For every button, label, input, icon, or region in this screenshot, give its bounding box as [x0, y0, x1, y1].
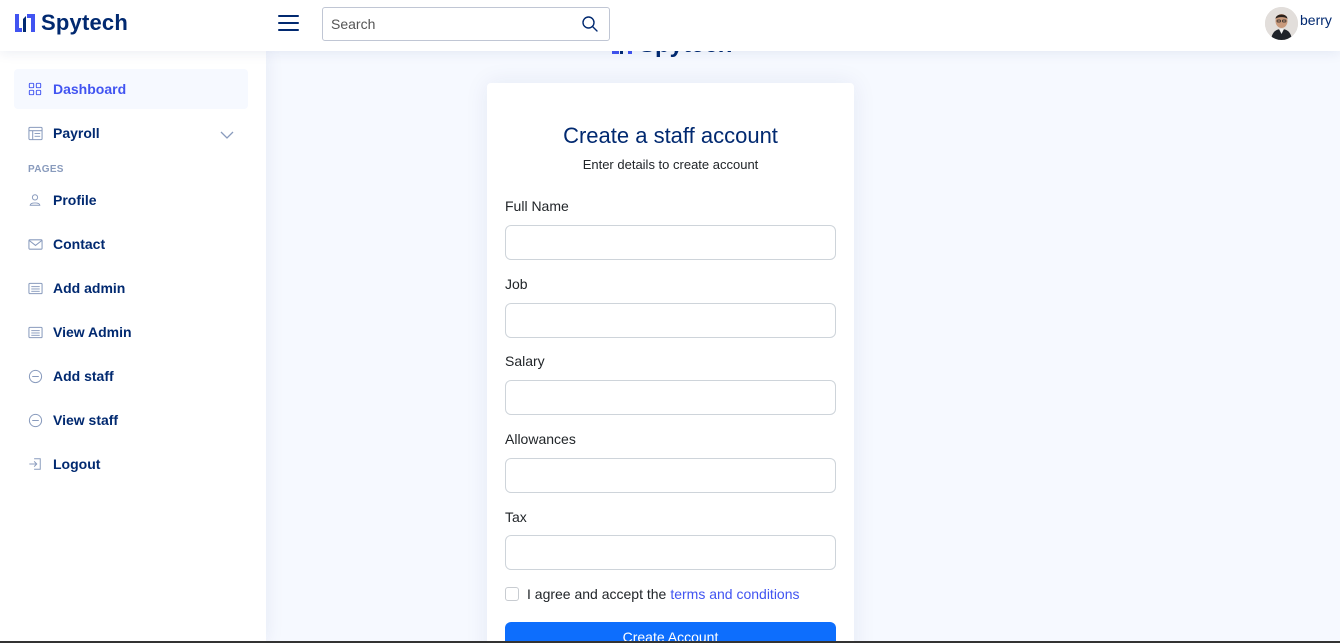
- sidebar-item-label: Profile: [53, 192, 97, 208]
- dash-circle-icon: [27, 368, 43, 384]
- envelope-icon: [27, 236, 43, 252]
- allowances-field[interactable]: [505, 458, 836, 493]
- grid-icon: [27, 81, 43, 97]
- card-title: Create a staff account: [563, 123, 778, 148]
- sidebar-item-dashboard[interactable]: Dashboard: [14, 69, 248, 109]
- terms-agreement: I agree and accept the terms and conditi…: [505, 586, 800, 602]
- card-subtitle: Enter details to create account: [582, 157, 759, 172]
- sidebar-item-label: Add admin: [53, 280, 126, 296]
- sidebar-item-view-admin[interactable]: View Admin: [14, 312, 248, 352]
- chevron-down-icon[interactable]: [220, 127, 234, 145]
- sidebar-item-payroll[interactable]: Payroll: [14, 113, 248, 153]
- salary-field[interactable]: [505, 380, 836, 415]
- sidebar-item-label: Dashboard: [53, 81, 127, 97]
- sidebar-item-add-admin[interactable]: Add admin: [14, 268, 248, 308]
- username[interactable]: berry: [1300, 12, 1332, 28]
- card-list-icon: [27, 280, 43, 296]
- box-arrow-in-right-icon: [27, 456, 43, 472]
- logo-icon: [15, 14, 35, 32]
- create-staff-card: Create a staff account Enter details to …: [487, 83, 854, 643]
- search-bar: [322, 7, 610, 41]
- layout-icon: [27, 125, 43, 141]
- job-field[interactable]: [505, 303, 836, 338]
- sidebar-item-label: Payroll: [53, 125, 100, 141]
- sidebar-item-contact[interactable]: Contact: [14, 224, 248, 264]
- sidebar-item-add-staff[interactable]: Add staff: [14, 356, 248, 396]
- tax-field[interactable]: [505, 535, 836, 570]
- search-input[interactable]: [323, 8, 563, 40]
- profile-menu[interactable]: berry: [1265, 7, 1332, 40]
- salary-label: Salary: [505, 353, 545, 369]
- brand-logo[interactable]: Spytech: [13, 10, 128, 36]
- sidebar-item-label: Logout: [53, 456, 101, 472]
- job-label: Job: [505, 276, 528, 292]
- sidebar: Dashboard Payroll PAGES Profile Contact …: [0, 51, 266, 643]
- sidebar-item-profile[interactable]: Profile: [14, 180, 248, 220]
- search-icon[interactable]: [581, 15, 599, 33]
- toggle-sidebar-icon[interactable]: [278, 13, 300, 33]
- create-account-button[interactable]: Create Account: [505, 622, 836, 643]
- sidebar-item-label: View Admin: [53, 324, 132, 340]
- brand-name: Spytech: [41, 10, 128, 35]
- allowances-label: Allowances: [505, 431, 576, 447]
- sidebar-section-heading: PAGES: [28, 164, 64, 175]
- card-list-icon: [27, 324, 43, 340]
- sidebar-item-logout[interactable]: Logout: [14, 444, 248, 484]
- full-name-label: Full Name: [505, 198, 569, 214]
- agree-text: I agree and accept the: [527, 586, 667, 602]
- tax-label: Tax: [505, 509, 527, 525]
- terms-link[interactable]: terms and conditions: [670, 586, 799, 602]
- sidebar-item-label: Add staff: [53, 368, 114, 384]
- person-icon: [27, 192, 43, 208]
- avatar[interactable]: [1265, 7, 1298, 40]
- full-name-field[interactable]: [505, 225, 836, 260]
- dash-circle-icon: [27, 412, 43, 428]
- sidebar-item-view-staff[interactable]: View staff: [14, 400, 248, 440]
- terms-checkbox[interactable]: [505, 587, 519, 601]
- sidebar-item-label: Contact: [53, 236, 106, 252]
- sidebar-item-label: View staff: [53, 412, 119, 428]
- top-header: Spytech berry: [0, 0, 1340, 51]
